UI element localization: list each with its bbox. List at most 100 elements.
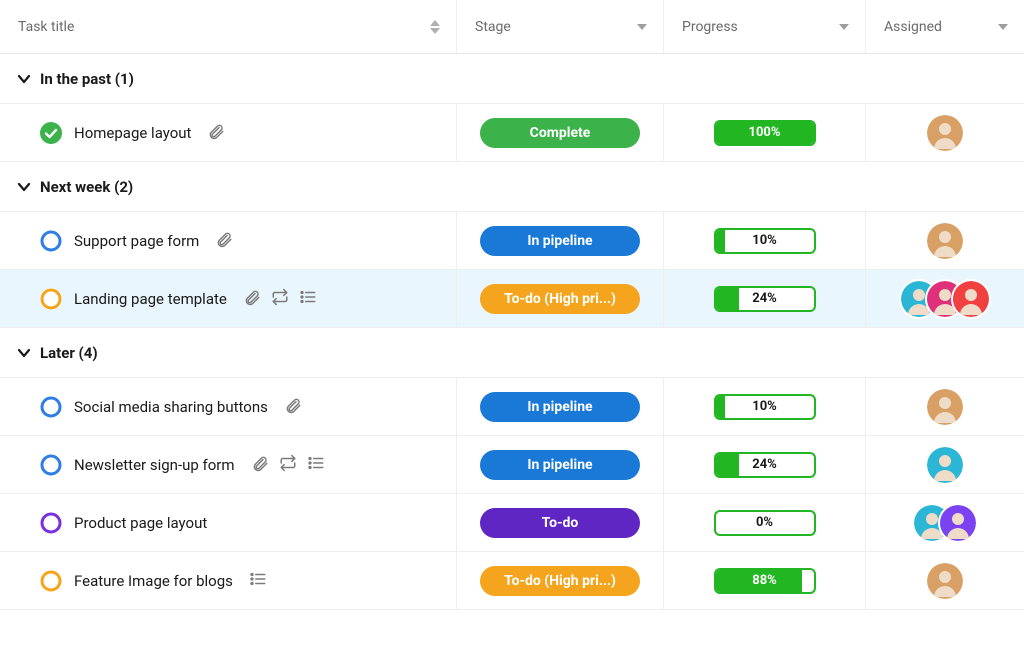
avatar[interactable] <box>940 505 976 541</box>
assigned-cell[interactable] <box>866 552 1024 609</box>
progress-bar[interactable]: 24% <box>714 286 816 312</box>
dropdown-icon[interactable] <box>637 24 647 30</box>
task-title-cell[interactable]: Product page layout <box>0 494 457 551</box>
assigned-cell[interactable] <box>866 436 1024 493</box>
progress-label: 100% <box>749 125 781 140</box>
column-label: Progress <box>682 19 738 35</box>
task-meta-icons <box>243 288 317 310</box>
task-title-cell[interactable]: Newsletter sign-up form <box>0 436 457 493</box>
avatar[interactable] <box>927 223 963 259</box>
task-meta-icons <box>215 230 233 252</box>
attachment-icon <box>243 288 261 310</box>
avatar-stack[interactable] <box>927 223 963 259</box>
task-row[interactable]: Social media sharing buttons In pipeline 1… <box>0 378 1024 436</box>
group-header[interactable]: Later (4) <box>0 328 1024 378</box>
task-title-cell[interactable]: Support page form <box>0 212 457 269</box>
progress-cell[interactable]: 10% <box>664 212 866 269</box>
progress-cell[interactable]: 10% <box>664 378 866 435</box>
avatar[interactable] <box>927 389 963 425</box>
status-circle-icon[interactable] <box>40 396 62 418</box>
progress-bar[interactable]: 100% <box>714 120 816 146</box>
attachment-icon <box>284 396 302 418</box>
repeat-icon <box>279 454 297 476</box>
stage-pill[interactable]: Complete <box>480 118 640 148</box>
stage-pill[interactable]: To-do (High pri...) <box>480 566 640 596</box>
progress-fill <box>716 288 740 310</box>
progress-bar[interactable]: 88% <box>714 568 816 594</box>
task-row[interactable]: Feature Image for blogs To-do (High pri..… <box>0 552 1024 610</box>
sort-icon[interactable] <box>430 20 440 34</box>
progress-cell[interactable]: 100% <box>664 104 866 161</box>
column-header-task-title[interactable]: Task title <box>0 0 457 53</box>
column-header-assigned[interactable]: Assigned <box>866 0 1024 53</box>
stage-cell[interactable]: To-do (High pri...) <box>457 270 664 327</box>
task-row[interactable]: Product page layout To-do 0% <box>0 494 1024 552</box>
task-title-cell[interactable]: Social media sharing buttons <box>0 378 457 435</box>
avatar[interactable] <box>927 563 963 599</box>
avatar[interactable] <box>927 447 963 483</box>
progress-cell[interactable]: 0% <box>664 494 866 551</box>
status-circle-icon[interactable] <box>40 288 62 310</box>
assigned-cell[interactable] <box>866 212 1024 269</box>
progress-cell[interactable]: 88% <box>664 552 866 609</box>
progress-fill <box>716 230 726 252</box>
chevron-down-icon[interactable] <box>16 179 32 195</box>
avatar-stack[interactable] <box>927 389 963 425</box>
status-circle-icon[interactable] <box>40 570 62 592</box>
progress-cell[interactable]: 24% <box>664 436 866 493</box>
task-title-cell[interactable]: Landing page template <box>0 270 457 327</box>
task-row[interactable]: Newsletter sign-up form In pipeline 24% <box>0 436 1024 494</box>
progress-label: 88% <box>752 573 777 588</box>
avatar[interactable] <box>953 281 989 317</box>
avatar-stack[interactable] <box>927 563 963 599</box>
stage-cell[interactable]: Complete <box>457 104 664 161</box>
status-circle-icon[interactable] <box>40 122 62 144</box>
avatar[interactable] <box>927 115 963 151</box>
column-header-progress[interactable]: Progress <box>664 0 866 53</box>
chevron-down-icon[interactable] <box>16 345 32 361</box>
group-header[interactable]: In the past (1) <box>0 54 1024 104</box>
progress-bar[interactable]: 24% <box>714 452 816 478</box>
assigned-cell[interactable] <box>866 270 1024 327</box>
stage-cell[interactable]: In pipeline <box>457 436 664 493</box>
list-icon <box>299 288 317 310</box>
group-header[interactable]: Next week (2) <box>0 162 1024 212</box>
task-meta-icons <box>207 122 225 144</box>
chevron-down-icon[interactable] <box>16 71 32 87</box>
assigned-cell[interactable] <box>866 104 1024 161</box>
progress-bar[interactable]: 0% <box>714 510 816 536</box>
dropdown-icon[interactable] <box>998 24 1008 30</box>
stage-pill[interactable]: To-do (High pri...) <box>480 284 640 314</box>
stage-cell[interactable]: To-do <box>457 494 664 551</box>
task-row[interactable]: Homepage layout Complete 100% <box>0 104 1024 162</box>
dropdown-icon[interactable] <box>839 24 849 30</box>
task-title: Homepage layout <box>74 124 191 142</box>
stage-pill[interactable]: In pipeline <box>480 450 640 480</box>
task-title: Product page layout <box>74 514 207 532</box>
avatar-stack[interactable] <box>901 281 989 317</box>
stage-pill[interactable]: In pipeline <box>480 226 640 256</box>
progress-cell[interactable]: 24% <box>664 270 866 327</box>
stage-cell[interactable]: In pipeline <box>457 212 664 269</box>
stage-pill[interactable]: To-do <box>480 508 640 538</box>
progress-bar[interactable]: 10% <box>714 228 816 254</box>
task-title-cell[interactable]: Feature Image for blogs <box>0 552 457 609</box>
status-circle-icon[interactable] <box>40 230 62 252</box>
progress-bar[interactable]: 10% <box>714 394 816 420</box>
assigned-cell[interactable] <box>866 494 1024 551</box>
assigned-cell[interactable] <box>866 378 1024 435</box>
task-row[interactable]: Landing page template To-do (High pri...)… <box>0 270 1024 328</box>
task-row[interactable]: Support page form In pipeline 10% <box>0 212 1024 270</box>
status-circle-icon[interactable] <box>40 512 62 534</box>
task-title-cell[interactable]: Homepage layout <box>0 104 457 161</box>
column-header-stage[interactable]: Stage <box>457 0 664 53</box>
avatar-stack[interactable] <box>927 447 963 483</box>
task-title: Social media sharing buttons <box>74 398 268 416</box>
status-circle-icon[interactable] <box>40 454 62 476</box>
avatar-stack[interactable] <box>914 505 976 541</box>
avatar-stack[interactable] <box>927 115 963 151</box>
stage-pill[interactable]: In pipeline <box>480 392 640 422</box>
stage-cell[interactable]: To-do (High pri...) <box>457 552 664 609</box>
stage-cell[interactable]: In pipeline <box>457 378 664 435</box>
task-meta-icons <box>284 396 302 418</box>
